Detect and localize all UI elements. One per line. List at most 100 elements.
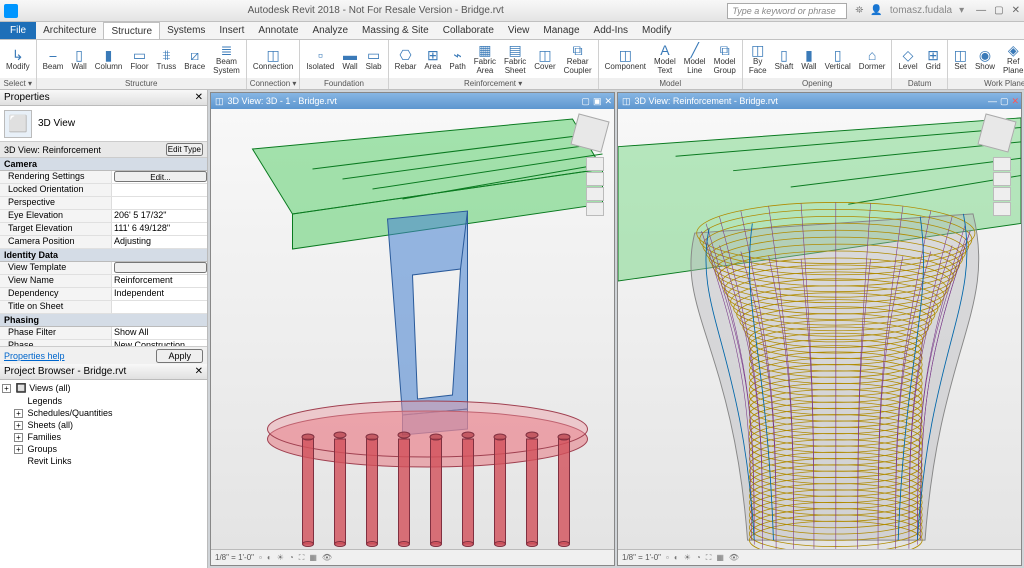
- detail-icon[interactable]: ▫: [666, 553, 669, 562]
- vp-right-canvas[interactable]: [618, 109, 1021, 549]
- properties-close-icon[interactable]: ✕: [195, 92, 203, 103]
- tree-revit-links[interactable]: Revit Links: [2, 455, 205, 467]
- ribbon-grid[interactable]: ⊞Grid: [923, 47, 944, 72]
- tab-manage[interactable]: Manage: [536, 22, 586, 39]
- ribbon-floor[interactable]: ▭Floor: [127, 47, 151, 72]
- ribbon-wall[interactable]: ▯Wall: [68, 47, 89, 72]
- ribbon-level[interactable]: ◇Level: [895, 47, 920, 72]
- tree-sheets-all-[interactable]: + Sheets (all): [2, 419, 205, 431]
- close-button[interactable]: ✕: [1012, 5, 1020, 16]
- minimize-button[interactable]: —: [976, 5, 986, 16]
- ribbon-model-line[interactable]: ╱ModelLine: [681, 42, 709, 76]
- prop-view-name[interactable]: View NameReinforcement: [0, 275, 207, 288]
- ribbon-dormer[interactable]: ⌂Dormer: [856, 47, 889, 72]
- ribbon-component[interactable]: ◫Component: [602, 47, 649, 72]
- nav-bar[interactable]: [993, 157, 1011, 216]
- shadow-icon[interactable]: ◔: [289, 553, 294, 562]
- prop-dependency[interactable]: DependencyIndependent: [0, 288, 207, 301]
- tab-insert[interactable]: Insert: [212, 22, 251, 39]
- ribbon-set[interactable]: ◫Set: [951, 47, 970, 72]
- signin-icon[interactable]: 👤: [870, 5, 882, 16]
- ribbon-area[interactable]: ⊞Area: [421, 47, 444, 72]
- ribbon-connection[interactable]: ◫Connection: [250, 47, 296, 72]
- tree-families[interactable]: + Families: [2, 431, 205, 443]
- properties-help-link[interactable]: Properties help: [4, 351, 65, 361]
- ribbon-column[interactable]: ▮Column: [92, 47, 126, 72]
- vp-max[interactable]: ▢: [1000, 96, 1009, 107]
- ribbon-wall[interactable]: ▮Wall: [798, 47, 819, 72]
- file-menu[interactable]: File: [0, 22, 36, 39]
- hide-icon[interactable]: 👁: [322, 553, 332, 562]
- shadow-icon[interactable]: ◔: [696, 553, 701, 562]
- tab-systems[interactable]: Systems: [160, 22, 212, 39]
- ribbon-beam-system[interactable]: ≣BeamSystem: [210, 42, 243, 76]
- ribbon-by-face[interactable]: ◫ByFace: [746, 42, 770, 76]
- tab-add-ins[interactable]: Add-Ins: [587, 22, 635, 39]
- ribbon-path[interactable]: ⌁Path: [446, 47, 468, 72]
- vp-right-scale[interactable]: 1/8" = 1'-0": [622, 553, 661, 562]
- vp-close[interactable]: ✕: [604, 96, 612, 107]
- prop-eye-elevation[interactable]: Eye Elevation206' 5 17/32": [0, 210, 207, 223]
- crop-icon[interactable]: ▦: [716, 553, 724, 562]
- render-icon[interactable]: ⛶: [706, 553, 712, 563]
- prop-phase-filter[interactable]: Phase FilterShow All: [0, 327, 207, 340]
- project-tree[interactable]: + 🔲 Views (all) Legends+ Schedules/Quant…: [0, 380, 207, 568]
- subscription-icon[interactable]: ⛯: [855, 5, 863, 16]
- tab-annotate[interactable]: Annotate: [251, 22, 305, 39]
- browser-close-icon[interactable]: ✕: [195, 366, 203, 377]
- tab-modify[interactable]: Modify: [635, 22, 678, 39]
- vp-min[interactable]: ▢: [581, 96, 590, 107]
- prop-title-on-sheet[interactable]: Title on Sheet: [0, 301, 207, 314]
- ribbon-isolated[interactable]: ▫Isolated: [303, 47, 337, 72]
- ribbon-wall[interactable]: ▬Wall: [339, 47, 360, 72]
- tab-structure[interactable]: Structure: [103, 22, 160, 39]
- ribbon-show[interactable]: ◉Show: [972, 47, 998, 72]
- vp-close[interactable]: ✕: [1011, 96, 1019, 107]
- tree-views-all-[interactable]: + 🔲 Views (all): [2, 382, 205, 395]
- help-icon[interactable]: ▾: [959, 5, 964, 16]
- properties-type-selector[interactable]: ⬜ 3D View: [0, 106, 207, 142]
- crop-icon[interactable]: ▦: [309, 553, 317, 562]
- tab-architecture[interactable]: Architecture: [36, 22, 103, 39]
- ribbon-truss[interactable]: ⩨Truss: [154, 47, 180, 72]
- ribbon-rebar[interactable]: ⎔Rebar: [392, 47, 420, 72]
- sun-icon[interactable]: ☀: [684, 553, 691, 562]
- edit-type-button[interactable]: Edit Type: [166, 143, 203, 156]
- search-input[interactable]: Type a keyword or phrase: [727, 3, 847, 19]
- tab-massing-site[interactable]: Massing & Site: [355, 22, 436, 39]
- ribbon-shaft[interactable]: ▯Shaft: [772, 47, 797, 72]
- ribbon-rebar-coupler[interactable]: ⧉RebarCoupler: [561, 42, 595, 76]
- ribbon-ref-plane[interactable]: ◈RefPlane: [1000, 42, 1024, 76]
- ribbon-model-group[interactable]: ⧉ModelGroup: [711, 42, 739, 76]
- sun-icon[interactable]: ☀: [277, 553, 284, 562]
- prop-rendering-settings[interactable]: Rendering SettingsEdit...: [0, 171, 207, 184]
- prop-perspective[interactable]: Perspective: [0, 197, 207, 210]
- vp-left-scale[interactable]: 1/8" = 1'-0": [215, 553, 254, 562]
- tab-collaborate[interactable]: Collaborate: [436, 22, 501, 39]
- vp-min[interactable]: —: [988, 96, 997, 107]
- tree-legends[interactable]: Legends: [2, 395, 205, 407]
- ribbon-model-text[interactable]: AModelText: [651, 42, 679, 76]
- tree-groups[interactable]: + Groups: [2, 443, 205, 455]
- style-icon[interactable]: ◐: [267, 553, 272, 562]
- tab-analyze[interactable]: Analyze: [305, 22, 355, 39]
- style-icon[interactable]: ◐: [674, 553, 679, 562]
- ribbon-fabric-sheet[interactable]: ▤FabricSheet: [501, 42, 529, 76]
- tree-schedules-quantities[interactable]: + Schedules/Quantities: [2, 407, 205, 419]
- ribbon-brace[interactable]: ⧄Brace: [181, 47, 208, 72]
- vp-max[interactable]: ▣: [593, 96, 602, 107]
- detail-icon[interactable]: ▫: [259, 553, 262, 562]
- maximize-button[interactable]: ▢: [994, 5, 1003, 16]
- prop-target-elevation[interactable]: Target Elevation111' 6 49/128": [0, 223, 207, 236]
- nav-bar[interactable]: [586, 157, 604, 216]
- ribbon-beam[interactable]: ⎯Beam: [40, 47, 67, 72]
- prop-view-template[interactable]: View Template: [0, 262, 207, 275]
- render-icon[interactable]: ⛶: [299, 553, 305, 563]
- hide-icon[interactable]: 👁: [729, 553, 739, 562]
- prop-locked-orientation[interactable]: Locked Orientation: [0, 184, 207, 197]
- ribbon-modify[interactable]: ↳Modify: [3, 47, 33, 72]
- ribbon-cover[interactable]: ◫Cover: [531, 47, 558, 72]
- vp-left-canvas[interactable]: [211, 109, 614, 549]
- apply-button[interactable]: Apply: [156, 349, 203, 363]
- tab-view[interactable]: View: [501, 22, 537, 39]
